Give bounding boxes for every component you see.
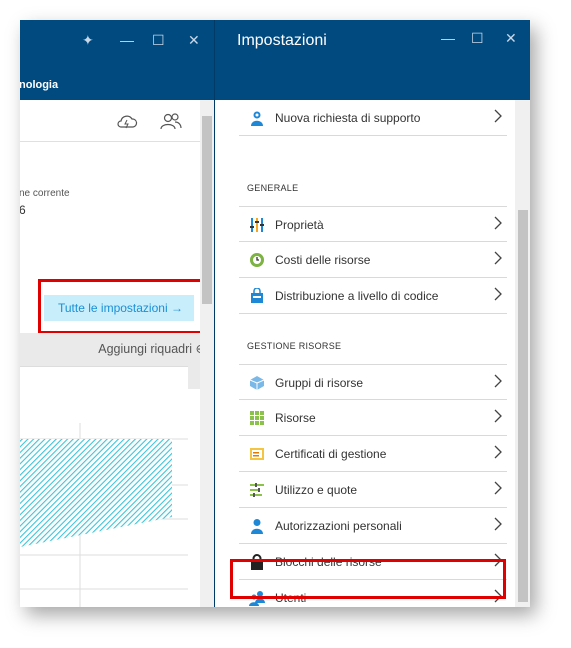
highlight-box-all-settings: [38, 279, 206, 334]
minimize-icon[interactable]: —: [441, 30, 455, 46]
person-icon: [251, 519, 263, 534]
chart-tile: [20, 366, 188, 607]
left-blade: ✦ — ☐ ✕ nologia ne corrente 6 Tutte le i…: [20, 20, 214, 607]
settings-title: Impostazioni: [237, 32, 327, 49]
certificate-icon: [250, 448, 264, 460]
menu-item-personal-permissions[interactable]: Autorizzazioni personali: [239, 508, 507, 544]
menu-item-resources[interactable]: Risorse: [239, 400, 507, 436]
add-tiles-button[interactable]: Aggiungi riquadri ⊕: [98, 341, 206, 356]
settings-blade: Impostazioni — ☐ ✕ Nuova richiesta di su…: [214, 20, 530, 607]
chevron-right-icon: [494, 374, 502, 388]
cost-clock-icon: [250, 253, 264, 267]
menu-item-usage-quotas[interactable]: Utilizzo e quote: [239, 472, 507, 508]
chevron-right-icon: [494, 109, 502, 123]
chevron-right-icon: [494, 216, 502, 230]
close-icon[interactable]: ✕: [505, 30, 517, 47]
hatched-area-chart: [20, 423, 188, 607]
menu-item-properties[interactable]: Proprietà: [239, 206, 507, 242]
menu-item-resource-costs[interactable]: Costi delle risorse: [239, 242, 507, 278]
settings-header: Impostazioni — ☐ ✕: [215, 20, 530, 100]
highlight-box-users: [230, 559, 506, 599]
left-scrollbar[interactable]: [200, 100, 214, 607]
blade-subtitle: nologia: [20, 79, 59, 91]
section-title-general: GENERALE: [247, 183, 299, 193]
support-person-icon: [251, 111, 263, 126]
menu-item-support[interactable]: Nuova richiesta di supporto: [239, 100, 507, 136]
settings-scrollbar[interactable]: [515, 100, 530, 607]
resource-group-cube-icon: [249, 376, 265, 390]
resources-grid-icon: [250, 411, 264, 425]
maximize-icon[interactable]: ☐: [471, 30, 484, 47]
chevron-right-icon: [494, 481, 502, 495]
current-label: ne corrente: [20, 188, 70, 199]
menu-item-management-certificates[interactable]: Certificati di gestione: [239, 436, 507, 472]
menu-item-resource-groups[interactable]: Gruppi di risorse: [239, 364, 507, 400]
users-toolbar-icon[interactable]: [160, 112, 182, 130]
chevron-right-icon: [494, 409, 502, 423]
left-toolbar: [20, 100, 200, 142]
hatched-area: [20, 439, 172, 547]
screenshot-stage: ✦ — ☐ ✕ nologia ne corrente 6 Tutte le i…: [0, 0, 571, 648]
close-icon[interactable]: ✕: [188, 32, 200, 49]
shopping-bag-icon: [251, 288, 263, 303]
cloud-icon[interactable]: [116, 112, 138, 130]
chevron-right-icon: [494, 287, 502, 301]
settings-scroll-thumb[interactable]: [518, 210, 528, 602]
chevron-right-icon: [494, 517, 502, 531]
section-title-resource-management: GESTIONE RISORSE: [247, 341, 342, 351]
settings-list: Nuova richiesta di supporto GENERALE Pro…: [215, 100, 515, 607]
current-value: 6: [20, 203, 26, 217]
properties-sliders-icon: [250, 218, 264, 232]
left-blade-header: ✦ — ☐ ✕ nologia: [20, 20, 214, 100]
left-scroll-thumb[interactable]: [202, 116, 212, 304]
menu-item-deployment[interactable]: Distribuzione a livello di codice: [239, 278, 507, 314]
usage-bars-icon: [250, 483, 264, 497]
chevron-right-icon: [494, 251, 502, 265]
maximize-icon[interactable]: ☐: [152, 32, 165, 49]
pin-icon[interactable]: ✦: [82, 32, 94, 49]
portal-window: ✦ — ☐ ✕ nologia ne corrente 6 Tutte le i…: [20, 20, 530, 607]
minimize-icon[interactable]: —: [120, 32, 134, 48]
chevron-right-icon: [494, 445, 502, 459]
